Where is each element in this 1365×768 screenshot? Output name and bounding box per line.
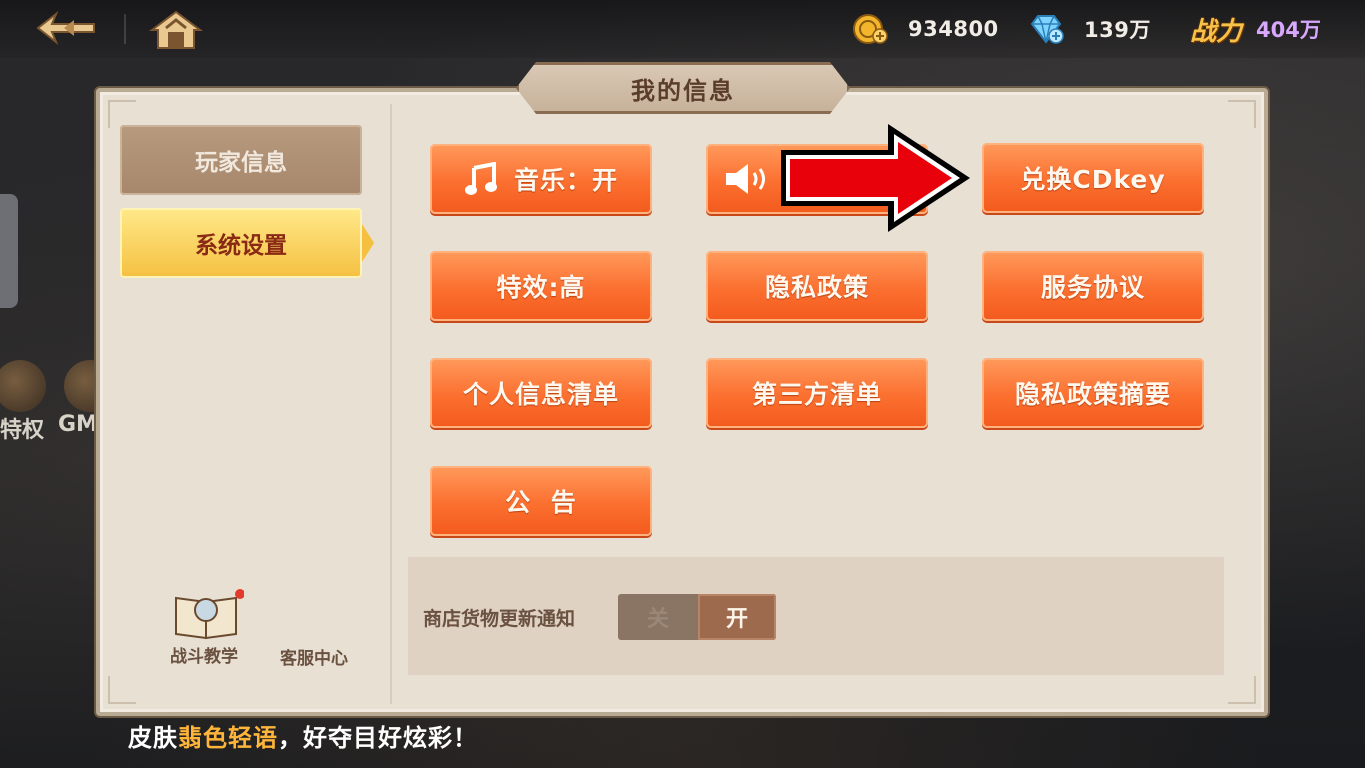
power-value: 404万 xyxy=(1256,18,1321,42)
back-icon xyxy=(36,10,95,46)
sidebar-divider xyxy=(390,104,392,704)
announcement-button[interactable]: 公 告 xyxy=(430,466,652,536)
announcement-ticker: 皮肤翡色轻语，好夺目好炫彩！ xyxy=(128,718,478,753)
music-note-icon xyxy=(464,162,498,196)
shop-notify-toggle[interactable]: 关 开 xyxy=(618,594,776,640)
power-label: 战力 xyxy=(1190,16,1243,47)
privacy-summary-label: 隐私政策摘要 xyxy=(1014,380,1171,409)
third-party-list-button[interactable]: 第三方清单 xyxy=(706,358,928,428)
tab-player-info-label: 玩家信息 xyxy=(195,150,287,176)
third-party-list-label: 第三方清单 xyxy=(751,380,882,409)
panel-corner-ornament xyxy=(108,100,136,128)
gem-currency[interactable]: 139万 xyxy=(1028,12,1151,46)
panel-title-plate: 我的信息 xyxy=(516,62,850,114)
effects-quality-button[interactable]: 特效:高 xyxy=(430,251,652,321)
tab-player-info[interactable]: 玩家信息 xyxy=(120,125,362,195)
combat-power: 战力 404万 xyxy=(1190,12,1321,47)
privacy-policy-button[interactable]: 隐私政策 xyxy=(706,251,928,321)
page-title: 我的信息 xyxy=(631,76,735,105)
side-drawer-tab[interactable] xyxy=(0,194,18,308)
music-toggle-button[interactable]: 音乐：开 xyxy=(430,144,652,214)
gm-label: GM xyxy=(58,412,98,437)
shop-notify-label: 商店货物更新通知 xyxy=(423,608,576,630)
ticker-prefix: 皮肤 xyxy=(128,724,178,752)
toggle-off-option[interactable]: 关 xyxy=(618,594,698,640)
home-button[interactable] xyxy=(148,8,204,52)
gold-coin-icon xyxy=(853,14,888,44)
back-button[interactable] xyxy=(34,8,98,48)
home-icon xyxy=(149,10,203,49)
panel-corner-ornament xyxy=(1228,100,1256,128)
announcement-label: 公 告 xyxy=(505,488,577,517)
speaker-icon xyxy=(724,162,774,196)
privacy-policy-label: 隐私政策 xyxy=(764,273,869,302)
toggle-on-option[interactable]: 开 xyxy=(698,594,776,640)
gold-currency[interactable]: 934800 xyxy=(852,12,999,46)
ticker-highlight: 翡色轻语 xyxy=(178,724,278,752)
top-bar: 934800 139万 战力 404万 xyxy=(0,0,1365,58)
ticker-suffix: ，好夺目好炫彩！ xyxy=(278,724,478,752)
redeem-cdkey-button[interactable]: 兑换CDkey xyxy=(982,143,1204,213)
gem-value: 139万 xyxy=(1084,18,1151,42)
personal-info-list-label: 个人信息清单 xyxy=(462,380,619,409)
privilege-label: 特权 xyxy=(0,418,45,443)
tab-system-settings[interactable]: 系统设置 xyxy=(120,208,374,278)
privacy-summary-button[interactable]: 隐私政策摘要 xyxy=(982,358,1204,428)
service-agreement-label: 服务协议 xyxy=(1040,273,1145,302)
effects-quality-label: 特效:高 xyxy=(496,273,586,302)
redeem-cdkey-label: 兑换CDkey xyxy=(1020,165,1166,194)
personal-info-list-button[interactable]: 个人信息清单 xyxy=(430,358,652,428)
battle-tutorial-icon[interactable] xyxy=(170,588,245,640)
customer-service-link[interactable]: 客服中心 xyxy=(280,644,348,669)
battle-tutorial-label[interactable]: 战斗教学 xyxy=(170,642,238,667)
gold-value: 934800 xyxy=(908,17,999,41)
panel-corner-ornament xyxy=(1228,676,1256,704)
panel-corner-ornament xyxy=(108,676,136,704)
music-toggle-label: 音乐：开 xyxy=(513,166,618,195)
top-divider xyxy=(124,14,126,44)
red-arrow-annotation xyxy=(781,124,970,232)
diamond-icon xyxy=(1030,15,1064,44)
service-agreement-button[interactable]: 服务协议 xyxy=(982,251,1204,321)
tab-system-settings-label: 系统设置 xyxy=(195,233,287,259)
